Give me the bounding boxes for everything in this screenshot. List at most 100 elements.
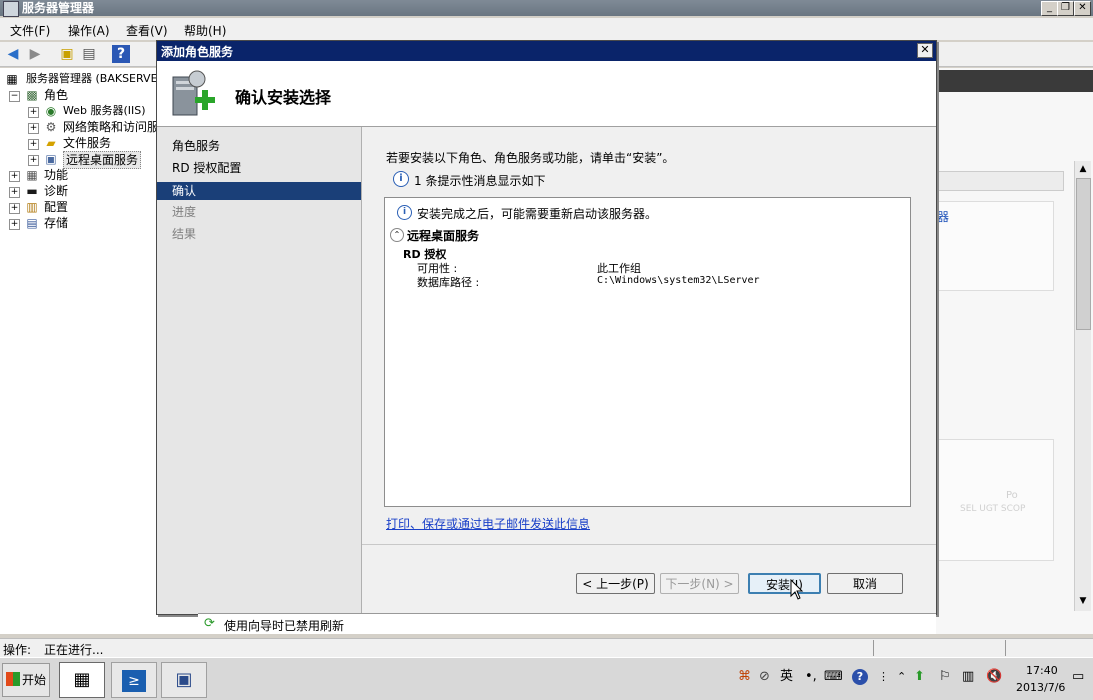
install-button[interactable]: 安装(I)	[748, 573, 821, 594]
ime-toolbar-icon[interactable]: ⌘	[738, 669, 751, 685]
section-header	[936, 171, 1064, 191]
close-button[interactable]: ✕	[1074, 1, 1091, 16]
minimize-button[interactable]: _	[1041, 1, 1058, 16]
wizard-steps-nav: 角色服务 RD 授权配置 确认 进度 结果	[157, 127, 362, 614]
start-label: 开始	[22, 673, 47, 687]
tree-item-features[interactable]: 功能	[44, 167, 68, 183]
clock-time[interactable]: 17:40	[1026, 664, 1058, 677]
section-box-2	[936, 439, 1054, 561]
tree-item-storage[interactable]: 存储	[44, 215, 68, 231]
collapse-section-icon[interactable]: ⌃	[390, 228, 404, 242]
step-progress: 进度	[172, 205, 197, 219]
scroll-thumb[interactable]	[1076, 178, 1091, 330]
status-value: 正在进行...	[44, 643, 104, 657]
folder-icon: ▰	[46, 136, 56, 150]
volume-muted-icon[interactable]: 🔇	[986, 669, 1002, 685]
action-center-flag-icon[interactable]: ⚐	[939, 669, 951, 685]
intro-text: 若要安装以下角色、角色服务或功能，请单击“安装”。	[386, 151, 675, 165]
details-scrollbar[interactable]: ▲ ▼	[1074, 161, 1091, 611]
show-hide-tree-icon[interactable]: ▤	[80, 45, 98, 63]
expand-diagnostics-toggle[interactable]: +	[9, 187, 20, 198]
network-tray-icon[interactable]: ▥	[962, 669, 974, 685]
menu-action[interactable]: 操作(A)	[68, 22, 110, 39]
ime-softkbd-icon[interactable]: ⌨	[824, 669, 843, 685]
ime-language[interactable]: 英	[780, 669, 793, 685]
menu-bar: 文件(F) 操作(A) 查看(V) 帮助(H)	[0, 18, 1093, 40]
roles-icon: ▩	[26, 88, 38, 102]
info-icon: i	[393, 171, 409, 187]
tree-item-diagnostics[interactable]: 诊断	[44, 183, 68, 199]
expand-rds-toggle[interactable]: +	[28, 155, 39, 166]
ime-help-icon[interactable]: ?	[852, 669, 868, 685]
details-link-fragment[interactable]: 器	[937, 208, 949, 225]
windows-logo-icon	[6, 672, 20, 686]
details-pane: 器 Po SEL UGT SCOP ▲ ▼	[936, 68, 1093, 634]
show-desktop-icon[interactable]: ▭	[1072, 669, 1084, 685]
mouse-cursor-icon	[790, 579, 804, 600]
tree-root-server-manager[interactable]: 服务器管理器 (BAKSERVE	[26, 71, 158, 87]
details-header-strip	[936, 70, 1093, 92]
scroll-down-arrow[interactable]: ▼	[1075, 593, 1091, 609]
update-tray-icon[interactable]: ⬆	[914, 669, 925, 685]
refresh-status-strip: ⟳ 使用向导时已禁用刷新	[198, 613, 936, 634]
expand-nps-toggle[interactable]: +	[28, 123, 39, 134]
button-separator	[362, 544, 936, 545]
summary-box: i 安装完成之后，可能需要重新启动该服务器。 ⌃ 远程桌面服务 RD 授权 可用…	[384, 197, 911, 507]
previous-button[interactable]: < 上一步(P)	[576, 573, 655, 594]
server-manager-task-icon[interactable]: ▦	[59, 662, 105, 698]
tree-item-remote-desktop-services[interactable]: 远程桌面服务	[63, 151, 142, 169]
status-divider-1	[873, 640, 874, 656]
section-box-1	[936, 201, 1054, 291]
tree-item-configuration[interactable]: 配置	[44, 199, 68, 215]
tree-item-network-policy[interactable]: 网络策略和访问服	[63, 119, 159, 135]
restart-info-icon: i	[397, 205, 412, 220]
row-db-path-value: C:\Windows\system32\LServer	[597, 275, 760, 286]
back-arrow-icon[interactable]: ◀	[4, 45, 22, 63]
row-db-path-label: 数据库路径 :	[417, 276, 480, 289]
dialog-title-bar: 添加角色服务 ✕	[157, 41, 936, 61]
step-rd-licensing-config[interactable]: RD 授权配置	[157, 159, 361, 177]
expand-features-toggle[interactable]: +	[9, 171, 20, 182]
web-server-icon: ◉	[45, 104, 57, 118]
status-divider-2	[1005, 640, 1006, 656]
step-confirmation[interactable]: 确认	[157, 182, 361, 200]
start-button[interactable]: 开始	[2, 663, 50, 697]
refresh-disabled-icon: ⟳	[204, 616, 215, 631]
remote-desktop-icon: ▣	[45, 152, 57, 166]
ime-options-icon[interactable]: ⋮	[878, 669, 889, 685]
expand-storage-toggle[interactable]: +	[9, 219, 20, 230]
dialog-close-button[interactable]: ✕	[917, 43, 933, 58]
watermark-text-1: Po	[1006, 490, 1018, 501]
tree-item-roles[interactable]: 角色	[44, 87, 68, 103]
show-hidden-icons-button[interactable]: ⌃	[897, 669, 906, 685]
expand-web-toggle[interactable]: +	[28, 107, 39, 118]
tree-item-file-services[interactable]: 文件服务	[63, 135, 111, 151]
expand-configuration-toggle[interactable]: +	[9, 203, 20, 214]
tree-item-web-server[interactable]: Web 服务器(IIS)	[63, 103, 146, 119]
storage-icon: ▤	[26, 216, 38, 230]
expand-file-services-toggle[interactable]: +	[28, 139, 39, 150]
powershell-task-icon[interactable]: ≥	[111, 662, 157, 698]
ime-disabled-icon[interactable]: ⊘	[759, 669, 770, 685]
scroll-up-arrow[interactable]: ▲	[1075, 161, 1091, 177]
add-role-server-icon	[172, 70, 215, 116]
status-label: 操作:	[3, 643, 32, 657]
restore-button[interactable]: ❐	[1057, 1, 1074, 16]
clock-date[interactable]: 2013/7/6	[1016, 681, 1065, 694]
status-bar: 操作: 正在进行...	[0, 638, 1093, 657]
up-folder-icon[interactable]: ▣	[58, 45, 76, 63]
help-icon[interactable]: ?	[112, 45, 130, 63]
collapse-roles-toggle[interactable]: −	[9, 91, 20, 102]
row-availability-value: 此工作组	[597, 262, 641, 275]
menu-help[interactable]: 帮助(H)	[184, 22, 226, 39]
menu-file[interactable]: 文件(F)	[10, 22, 50, 39]
cancel-button[interactable]: 取消	[827, 573, 903, 594]
print-save-email-link[interactable]: 打印、保存或通过电子邮件发送此信息	[386, 515, 590, 532]
remote-desktop-task-icon[interactable]: ▣	[161, 662, 207, 698]
forward-arrow-icon[interactable]: ▶	[26, 45, 44, 63]
step-role-services[interactable]: 角色服务	[157, 137, 361, 155]
ime-punctuation-icon[interactable]: •,	[805, 669, 817, 685]
restart-note: 安装完成之后，可能需要重新启动该服务器。	[417, 207, 658, 221]
window-title: 服务器管理器	[22, 1, 95, 15]
menu-view[interactable]: 查看(V)	[126, 22, 168, 39]
